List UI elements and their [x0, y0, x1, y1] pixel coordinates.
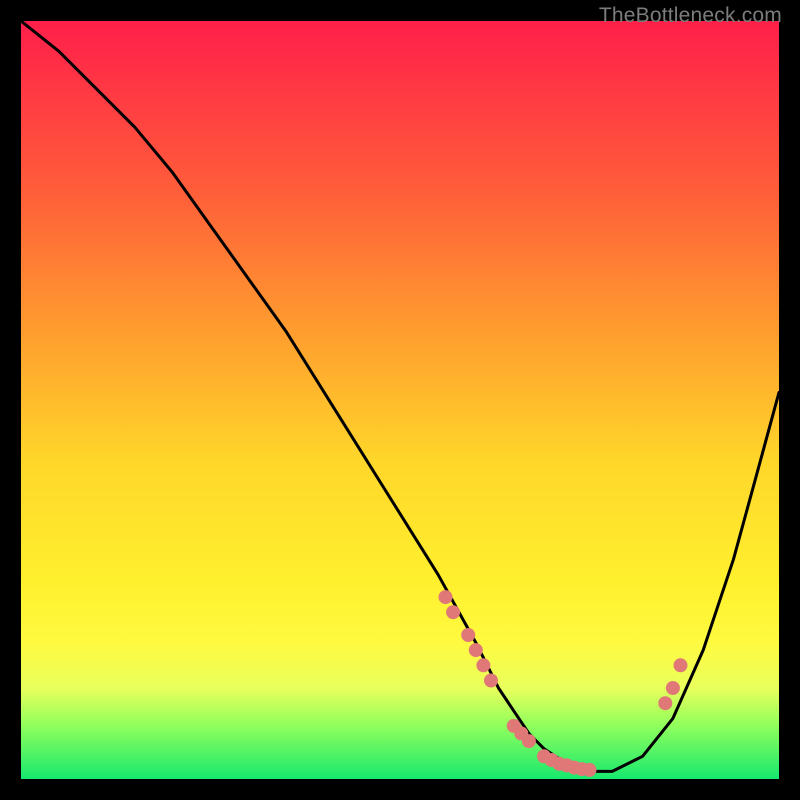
- curve-marker: [666, 681, 680, 695]
- curve-marker: [522, 734, 536, 748]
- bottleneck-curve-chart: [21, 21, 779, 779]
- bottleneck-curve: [21, 21, 779, 771]
- curve-marker: [446, 605, 460, 619]
- curve-marker: [469, 643, 483, 657]
- watermark-text: TheBottleneck.com: [599, 4, 782, 28]
- gradient-plot-area: [21, 21, 779, 779]
- curve-marker: [658, 696, 672, 710]
- curve-marker: [476, 658, 490, 672]
- curve-marker: [583, 763, 597, 777]
- curve-marker: [674, 658, 688, 672]
- curve-marker: [461, 628, 475, 642]
- curve-marker: [484, 674, 498, 688]
- curve-marker: [439, 590, 453, 604]
